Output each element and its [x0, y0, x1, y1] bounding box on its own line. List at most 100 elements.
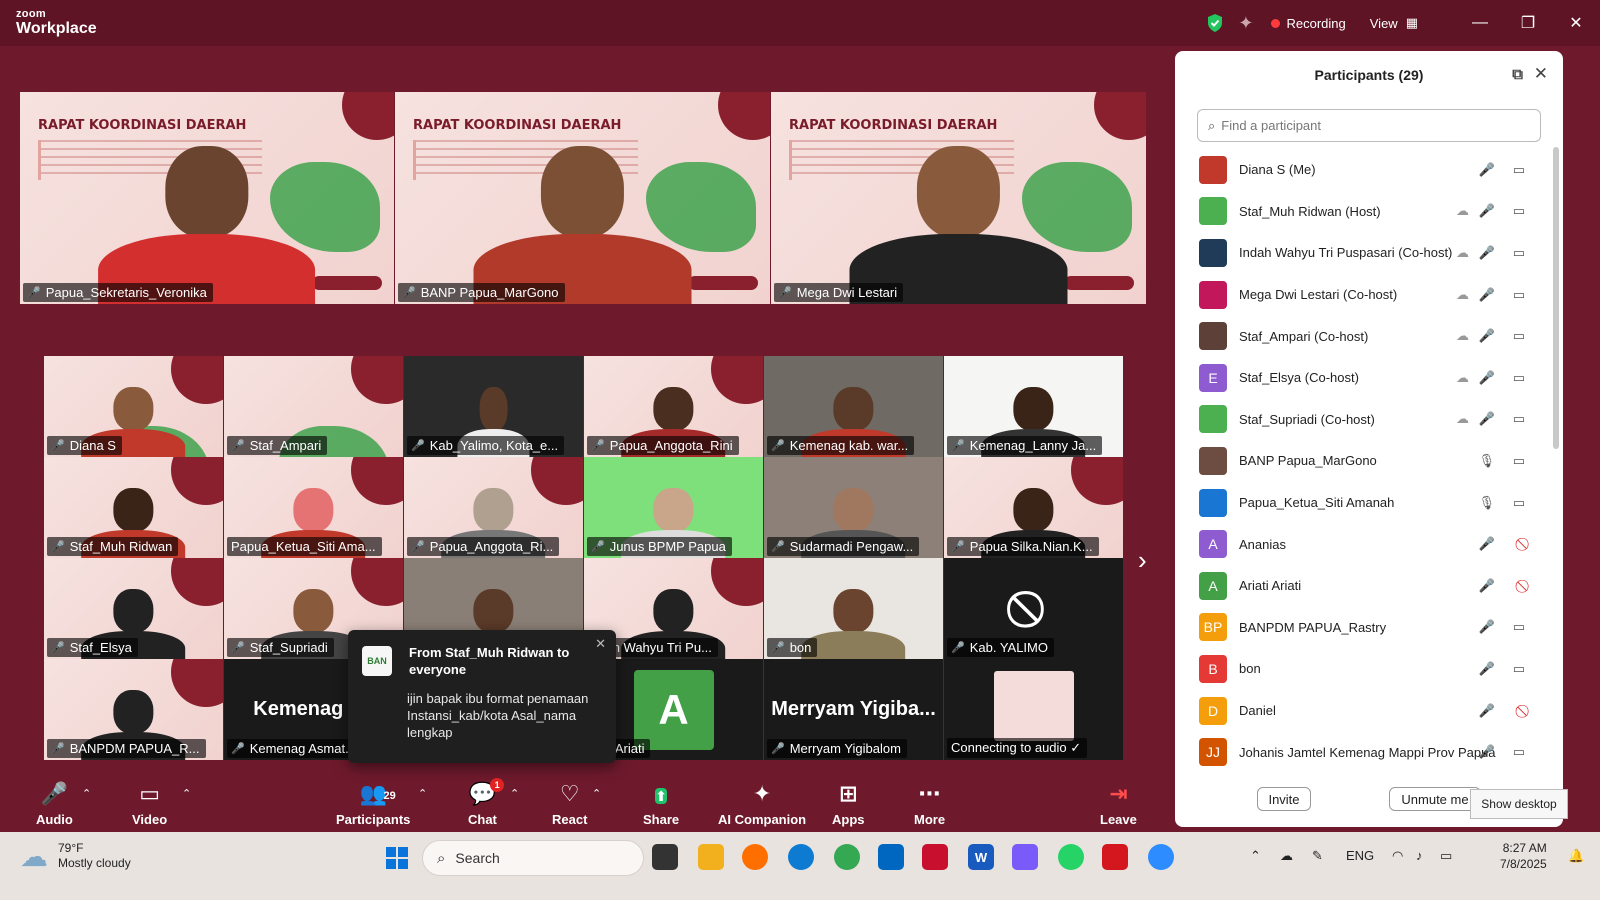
camera-icon[interactable]: ▭ — [1513, 482, 1525, 524]
view-button[interactable]: View ▦ — [1370, 15, 1418, 31]
taskbar-search[interactable]: ⌕ Search — [422, 840, 644, 876]
mic-icon[interactable]: 🎙 — [1478, 440, 1495, 482]
participant-row[interactable]: Bbon 🎤 ▭ — [1175, 648, 1547, 690]
edge-icon[interactable] — [788, 844, 814, 870]
camera-icon[interactable]: ▭ — [1513, 399, 1525, 441]
shield-check-icon[interactable] — [1206, 13, 1224, 33]
chevron-up-icon[interactable]: ⌃ — [418, 787, 427, 800]
store-icon[interactable] — [878, 844, 904, 870]
camera-icon[interactable]: ▭ — [1513, 274, 1525, 316]
file-explorer-icon[interactable] — [698, 844, 724, 870]
participant-search-input[interactable]: ⌕ Find a participant — [1197, 109, 1541, 142]
windows-start-icon[interactable] — [386, 847, 408, 869]
video-tile[interactable]: 🎤 Staf_Muh Ridwan — [44, 457, 223, 558]
task-view-icon[interactable] — [652, 844, 678, 870]
copilot-icon[interactable] — [1012, 844, 1038, 870]
onedrive-icon[interactable]: ☁ — [1280, 848, 1293, 864]
participant-row[interactable]: BP BANPDM PAPUA_Rastry 🎤 ▭ — [1175, 607, 1547, 649]
mic-muted-icon[interactable]: 🎤 — [1479, 399, 1495, 441]
battery-icon[interactable]: ▭ — [1440, 848, 1452, 864]
participant-row[interactable]: E Staf_Elsya (Co-host) ☁ 🎤 ▭ — [1175, 357, 1547, 399]
leave-button[interactable]: ⇥ Leave — [1100, 780, 1137, 827]
camera-icon[interactable]: ▭ — [1513, 232, 1525, 274]
clock[interactable]: 8:27 AM 7/8/2025 — [1500, 840, 1547, 872]
participant-row[interactable]: BANP Papua_MarGono 🎙 ▭ — [1175, 440, 1547, 482]
apps-button[interactable]: ⊞ Apps — [832, 780, 865, 827]
ai-companion-button[interactable]: ✦ AI Companion — [718, 780, 806, 827]
chat-notification[interactable]: BAN From Staf_Muh Ridwan to everyone iji… — [348, 630, 616, 763]
chevron-up-icon[interactable]: ⌃ — [182, 787, 191, 800]
video-tile[interactable]: 🎤 bon — [764, 558, 943, 659]
video-tile[interactable]: RAPAT KOORDINASI DAERAH 🎤 Papua_Sekretari… — [20, 92, 394, 304]
video-tile[interactable]: 🎤 BANPDM PAPUA_R... — [44, 659, 223, 760]
video-tile[interactable]: 🎤 Kemenag_Lanny Ja... — [944, 356, 1123, 457]
mic-muted-icon[interactable]: 🎤 — [1479, 523, 1495, 565]
acrobat-icon[interactable] — [1102, 844, 1128, 870]
mic-icon[interactable]: 🎙 — [1478, 482, 1495, 524]
participant-row[interactable]: Papua_Ketua_Siti Amanah 🎙 ▭ — [1175, 482, 1547, 524]
camera-icon[interactable]: ▭ — [1513, 648, 1525, 690]
participant-row[interactable]: Staf_Muh Ridwan (Host) ☁ 🎤 ▭ — [1175, 191, 1547, 233]
participant-row[interactable]: Mega Dwi Lestari (Co-host) ☁ 🎤 ▭ — [1175, 274, 1547, 316]
mcafee-icon[interactable] — [922, 844, 948, 870]
video-tile[interactable]: Papua_Ketua_Siti Ama... — [224, 457, 403, 558]
close-icon[interactable]: ✕ — [595, 636, 606, 652]
video-tile[interactable]: Connecting to audio ✓ — [944, 659, 1123, 760]
invite-button[interactable]: Invite — [1257, 787, 1311, 811]
video-tile[interactable]: 🎤 Papua Silka.Nian.K... — [944, 457, 1123, 558]
chevron-up-icon[interactable]: ⌃ — [592, 787, 601, 800]
video-tile[interactable]: 🎤 Papua_Anggota_Rini — [584, 356, 763, 457]
chat-button[interactable]: 💬 1 Chat — [468, 778, 505, 827]
participant-row[interactable]: Staf_Supriadi (Co-host) ☁ 🎤 ▭ — [1175, 399, 1547, 441]
scrollbar[interactable] — [1553, 147, 1559, 449]
camera-icon[interactable]: ▭ — [1513, 440, 1525, 482]
video-tile[interactable]: 🎤 Papua_Anggota_Ri... — [404, 457, 583, 558]
video-tile[interactable]: 🎤 Kemenag kab. war... — [764, 356, 943, 457]
mic-muted-icon[interactable]: 🎤 — [1479, 565, 1495, 607]
participant-row[interactable]: Staf_Ampari (Co-host) ☁ 🎤 ▭ — [1175, 315, 1547, 357]
react-button[interactable]: ♡ React — [552, 780, 587, 827]
zoom-app-icon[interactable] — [1148, 844, 1174, 870]
chevron-up-icon[interactable]: ⌃ — [1250, 848, 1261, 864]
video-tile[interactable]: RAPAT KOORDINASI DAERAH 🎤 Mega Dwi Lestar… — [771, 92, 1146, 304]
wifi-icon[interactable]: ◠ — [1392, 848, 1403, 864]
more-button[interactable]: ⋯ More — [914, 780, 945, 827]
restore-button[interactable]: ❐ — [1504, 0, 1552, 46]
mic-muted-icon[interactable]: 🎤 — [1479, 274, 1495, 316]
video-tile[interactable]: 🎤 Staf_Ampari — [224, 356, 403, 457]
camera-icon[interactable]: ▭ — [1513, 357, 1525, 399]
pen-icon[interactable]: ✎ — [1312, 848, 1323, 864]
unmute-me-button[interactable]: Unmute me — [1389, 787, 1481, 811]
share-button[interactable]: ⬆ Share — [643, 780, 679, 827]
recording-indicator[interactable]: Recording — [1271, 16, 1346, 31]
mic-muted-icon[interactable]: 🎤 — [1479, 357, 1495, 399]
close-window-button[interactable]: ✕ — [1552, 0, 1600, 46]
mic-muted-icon[interactable]: 🎤 — [1479, 731, 1495, 773]
popout-icon[interactable]: ⧉ — [1512, 66, 1523, 83]
video-tile[interactable]: 🎤 Sudarmadi Pengaw... — [764, 457, 943, 558]
mic-muted-icon[interactable]: 🎤 — [1479, 648, 1495, 690]
video-tile[interactable]: 🎤 Kab_Yalimo, Kota_e... — [404, 356, 583, 457]
chevron-up-icon[interactable]: ⌃ — [82, 787, 91, 800]
participant-row[interactable]: Indah Wahyu Tri Puspasari (Co-host) ☁ 🎤 ▭ — [1175, 232, 1547, 274]
video-tile[interactable]: ⃠🎤Kab. YALIMO — [944, 558, 1123, 659]
participants-button[interactable]: 👥 29 Participants — [336, 780, 410, 827]
word-icon[interactable]: W — [968, 844, 994, 870]
mic-muted-icon[interactable]: 🎤 — [1479, 315, 1495, 357]
ai-sparkle-icon[interactable]: ✦ — [1238, 13, 1253, 34]
weather-widget[interactable]: ☁ 79°F Mostly cloudy — [20, 841, 131, 871]
mic-muted-icon[interactable]: 🎤 — [1479, 690, 1495, 732]
video-button[interactable]: ▭ Video — [132, 780, 167, 827]
firefox-icon[interactable] — [742, 844, 768, 870]
close-icon[interactable]: ✕ — [1534, 64, 1548, 84]
video-tile[interactable]: Merryam Yigiba... 🎤 Merryam Yigibalom — [764, 659, 943, 760]
audio-button[interactable]: 🎤 Audio — [36, 780, 73, 827]
language-indicator[interactable]: ENG — [1346, 848, 1374, 863]
participant-row[interactable]: Diana S (Me) 🎤 ▭ — [1175, 149, 1547, 191]
participant-row[interactable]: JJ Johanis Jamtel Kemenag Mappi Prov Papu… — [1175, 731, 1547, 773]
participant-row[interactable]: AAriati Ariati🎤⃠ — [1175, 565, 1547, 607]
whatsapp-icon[interactable] — [1058, 844, 1084, 870]
mic-muted-icon[interactable]: 🎤 — [1479, 191, 1495, 233]
minimize-button[interactable]: — — [1456, 0, 1504, 46]
participant-row[interactable]: AAnanias🎤⃠ — [1175, 523, 1547, 565]
